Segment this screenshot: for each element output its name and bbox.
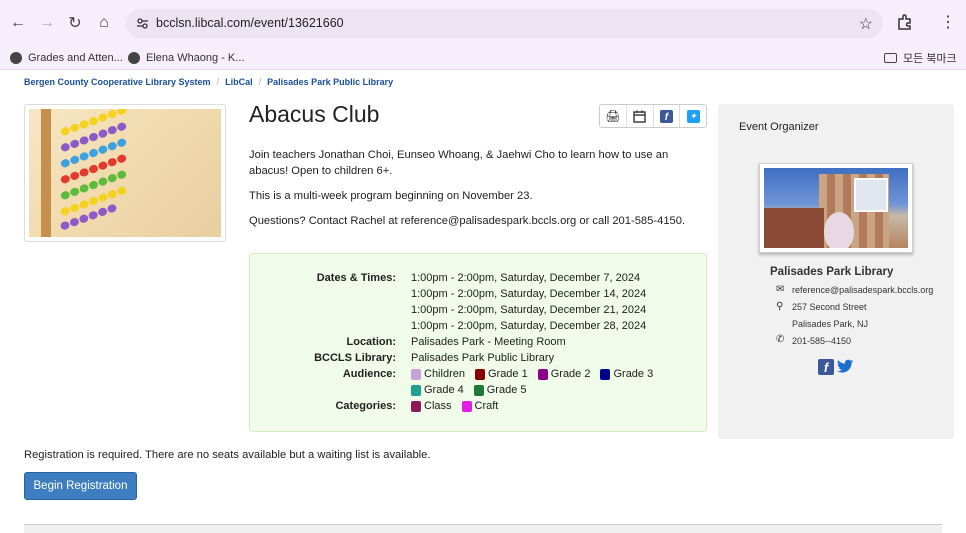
facebook-icon[interactable]: f — [818, 359, 834, 379]
address-bar[interactable]: bcclsn.libcal.com/event/13621660 ☆ — [126, 9, 883, 38]
event-description: Join teachers Jonathan Choi, Eunseo Whoa… — [249, 147, 699, 238]
breadcrumb-link[interactable]: Palisades Park Public Library — [267, 77, 393, 87]
date-entry: 1:00pm - 2:00pm, Saturday, December 14, … — [411, 288, 647, 300]
library-label: BCCLS Library: — [314, 352, 396, 364]
date-entry: 1:00pm - 2:00pm, Saturday, December 28, … — [411, 320, 647, 332]
organizer-address-line2: Palisades Park, NJ — [792, 319, 869, 329]
audience-tag: Grade 4 — [411, 382, 464, 398]
audience-label: Audience: — [342, 368, 396, 380]
category-tags: Class Craft — [411, 398, 508, 417]
bookmark-item[interactable]: Grades and Atten... — [10, 49, 123, 67]
twitter-icon[interactable]: ✦ — [680, 105, 706, 127]
category-tag: Class — [411, 398, 452, 414]
audience-tag: Grade 3 — [600, 366, 653, 382]
bookmarks-bar: Grades and Atten... Elena Whaong - K... … — [0, 46, 966, 70]
organizer-sidebar: Event Organizer Palisades Park Library ✉… — [718, 104, 954, 439]
twitter-icon[interactable] — [837, 359, 854, 379]
description-paragraph: Join teachers Jonathan Choi, Eunseo Whoa… — [249, 149, 669, 177]
map-marker-icon: ⚲ — [776, 301, 784, 312]
event-details-box: Dates & Times: 1:00pm - 2:00pm, Saturday… — [249, 253, 707, 432]
organizer-email[interactable]: reference@palisadespark.bccls.org — [792, 285, 933, 295]
organizer-name: Palisades Park Library — [770, 266, 894, 278]
registration-notice: Registration is required. There are no s… — [24, 449, 431, 461]
url-text: bcclsn.libcal.com/event/13621660 — [156, 16, 344, 30]
envelope-icon: ✉ — [776, 284, 785, 295]
event-image — [24, 104, 226, 242]
all-bookmarks-folder[interactable]: 모든 북마크 — [884, 49, 957, 67]
divider — [24, 524, 942, 533]
date-entry: 1:00pm - 2:00pm, Saturday, December 21, … — [411, 304, 647, 316]
share-toolbar: 🖨 f ✦ — [599, 104, 707, 128]
location-value: Palisades Park - Meeting Room — [411, 336, 566, 348]
audience-tag: Grade 2 — [537, 366, 590, 382]
calendar-icon[interactable] — [627, 105, 654, 127]
extensions-icon[interactable] — [896, 13, 914, 31]
organizer-address-line1: 257 Second Street — [792, 302, 867, 312]
audience-tag: Grade 5 — [473, 382, 527, 398]
reload-icon[interactable]: ↻ — [64, 12, 86, 34]
description-paragraph: This is a multi-week program beginning o… — [249, 190, 533, 202]
begin-registration-button[interactable]: Begin Registration — [24, 472, 137, 500]
browser-toolbar: ← → ↻ ⌂ bcclsn.libcal.com/event/13621660… — [0, 0, 966, 46]
bookmark-star-icon[interactable]: ☆ — [859, 14, 873, 34]
facebook-icon[interactable]: f — [654, 105, 681, 127]
library-photo — [759, 163, 913, 253]
breadcrumb-link[interactable]: LibCal — [225, 77, 253, 87]
globe-icon — [128, 52, 140, 64]
date-entry: 1:00pm - 2:00pm, Saturday, December 7, 2… — [411, 272, 641, 284]
back-icon[interactable]: ← — [7, 12, 29, 34]
phone-icon: ✆ — [776, 334, 785, 345]
print-icon[interactable]: 🖨 — [600, 105, 627, 127]
home-icon[interactable]: ⌂ — [93, 12, 115, 34]
breadcrumb: Bergen County Cooperative Library System… — [24, 77, 394, 87]
site-settings-icon[interactable] — [136, 17, 149, 30]
forward-icon[interactable]: → — [36, 12, 58, 34]
dates-label: Dates & Times: — [316, 272, 396, 284]
breadcrumb-link[interactable]: Bergen County Cooperative Library System — [24, 77, 211, 87]
category-tag: Craft — [461, 398, 498, 414]
location-label: Location: — [346, 336, 397, 348]
folder-icon — [884, 53, 897, 63]
organizer-social: f — [818, 359, 854, 379]
event-title: Abacus Club — [249, 101, 380, 127]
categories-label: Categories: — [335, 400, 396, 412]
bookmark-item[interactable]: Elena Whaong - K... — [128, 49, 244, 67]
library-value: Palisades Park Public Library — [411, 352, 555, 364]
audience-tag: Grade 1 — [474, 366, 528, 382]
globe-icon — [10, 52, 22, 64]
description-paragraph: Questions? Contact Rachel at reference@p… — [249, 215, 686, 227]
organizer-phone[interactable]: 201-585--4150 — [792, 336, 851, 346]
audience-tag: Children — [411, 366, 465, 382]
organizer-heading: Event Organizer — [739, 121, 819, 133]
menu-icon[interactable]: ⋮ — [940, 12, 956, 32]
